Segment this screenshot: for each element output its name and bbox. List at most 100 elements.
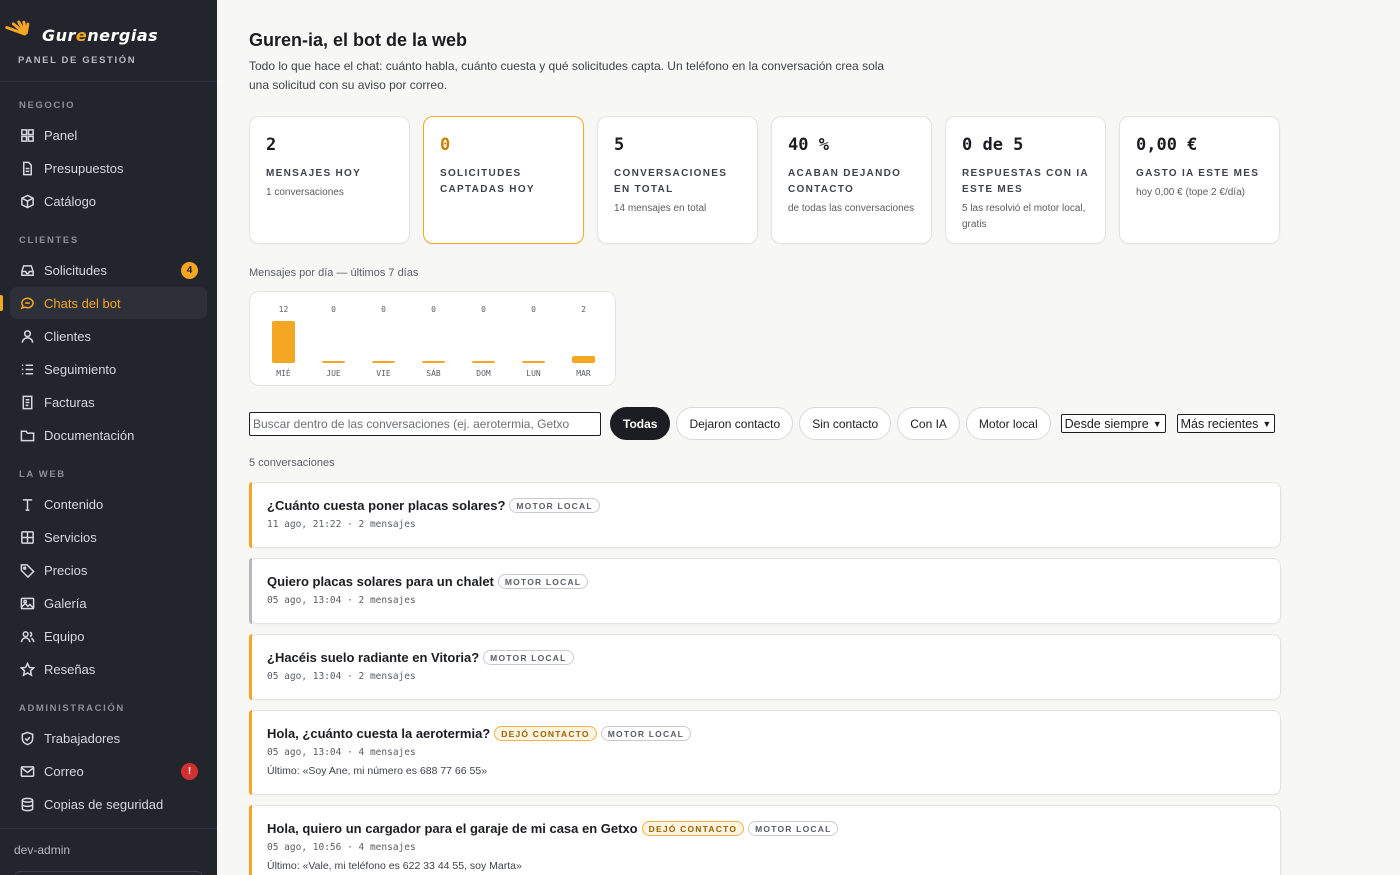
sidebar-item-clientes[interactable]: Clientes (10, 320, 207, 352)
stat-value: 0,00 € (1136, 135, 1198, 155)
logo[interactable]: Gurenergias (4, 18, 199, 52)
page-title: Guren-ia, el bot de la web (249, 30, 468, 50)
image-icon (19, 595, 35, 611)
conversation-card[interactable]: ¿Cuánto cuesta poner placas solares? MOTO… (249, 482, 1281, 548)
chart-svg: 12 MIÉ 0 JUE 0 VIE 0 SÁB 0 DOM 0 LUN 2 MAR (272, 305, 595, 378)
chat-icon (19, 295, 35, 311)
messages-chart: 12 MIÉ 0 JUE 0 VIE 0 SÁB 0 DOM 0 LUN 2 MAR (249, 291, 616, 386)
stat-subtext: 14 mensajes en total (614, 203, 707, 214)
filter-chips: Todas Dejaron contacto Sin contacto Con IA M… (601, 407, 1051, 440)
sidebar-item-label: Correo (44, 763, 84, 779)
user-icon (19, 328, 35, 344)
sidebar-item-label: Contenido (44, 496, 104, 512)
sidebar-item-reseñas[interactable]: Reseñas (10, 653, 207, 685)
footer-button[interactable] (14, 871, 203, 875)
sidebar-item-facturas[interactable]: Facturas (10, 386, 207, 418)
stat-subtext: 5 las resolvió el motor local, gratis (962, 203, 1086, 230)
sidebar-item-seguimiento[interactable]: Seguimiento (10, 353, 207, 385)
sidebar-item-panel[interactable]: Panel (10, 119, 207, 151)
engine-tag: MOTOR LOCAL (483, 650, 574, 665)
conversation-card[interactable]: ¿Hacéis suelo radiante en Vitoria? MOTOR … (249, 634, 1281, 700)
notification-badge: 4 (181, 261, 198, 279)
stat-card: 0 SOLICITUDES CAPTADAS HOY (423, 116, 584, 244)
filter-toolbar: TodasDejaron contactoSin contactoCon IAM… (249, 407, 1400, 440)
stat-card: 40 % ACABAN DEJANDO CONTACTO de todas la… (771, 116, 932, 244)
shield-icon (19, 730, 35, 746)
stat-label: RESPUESTAS CON IA ESTE MES (962, 168, 1089, 195)
box-icon (19, 193, 35, 209)
sidebar-item-equipo[interactable]: Equipo (10, 620, 207, 652)
sidebar-item-galería[interactable]: Galería (10, 587, 207, 619)
conversation-card[interactable]: Quiero placas solares para un chalet MOTO… (249, 558, 1281, 624)
sidebar-item-servicios[interactable]: Servicios (10, 521, 207, 553)
filter-chip[interactable]: Motor local (965, 407, 1051, 440)
engine-tag: MOTOR LOCAL (509, 498, 600, 513)
filter-chip[interactable]: Todas (610, 407, 671, 440)
sidebar-item-catálogo[interactable]: Catálogo (10, 185, 207, 217)
sidebar-nav: NEGOCIO Panel Presupuestos Catálogo CLIENTES… (0, 82, 217, 820)
brand-subtitle: PANEL DE GESTIÓN (18, 55, 137, 66)
receipt-icon (19, 394, 35, 410)
stat-card: 5 CONVERSACIONES EN TOTAL 14 mensajes en… (597, 116, 758, 244)
sidebar-item-contenido[interactable]: Contenido (10, 488, 207, 520)
chart-bar (422, 361, 445, 363)
sidebar-item-trabajadores[interactable]: Trabajadores (10, 722, 207, 754)
filter-chip[interactable]: Dejaron contacto (676, 407, 794, 440)
sidebar-item-correo[interactable]: Correo! (10, 755, 207, 787)
period-select[interactable]: Desde siempre ▼ (1060, 414, 1166, 433)
services-icon (19, 529, 35, 545)
conversation-meta: 11 ago, 21:22 · 2 mensajes (267, 519, 416, 530)
sidebar-item-label: Copias de seguridad (44, 796, 164, 812)
sidebar-item-label: Galería (44, 595, 87, 611)
stat-value: 5 (614, 135, 625, 155)
order-value: Más recientes (1180, 416, 1259, 431)
chart-value-label: 0 (331, 305, 336, 314)
engine-tag: MOTOR LOCAL (600, 726, 692, 741)
engine-tag: MOTOR LOCAL (497, 574, 589, 589)
sidebar-item-label: Chats del bot (44, 295, 121, 311)
filter-chip[interactable]: Sin contacto (799, 407, 892, 440)
sidebar-item-documentación[interactable]: Documentación (10, 419, 207, 451)
chart-category-label: MAR (576, 369, 591, 378)
chart-title: Mensajes por día — últimos 7 días (249, 267, 419, 279)
sidebar-item-chats-del-bot[interactable]: Chats del bot (0, 287, 207, 319)
chart-category-label: SÁB (426, 367, 441, 378)
sidebar-item-label: Panel (44, 127, 78, 143)
sidebar-item-copias-de-seguridad[interactable]: Copias de seguridad (10, 788, 207, 820)
conversation-card[interactable]: Hola, ¿cuánto cuesta la aerotermia? DEJÓ … (249, 710, 1281, 795)
chart-value-label: 0 (481, 305, 486, 314)
sidebar-item-solicitudes[interactable]: Solicitudes 4 (10, 254, 207, 286)
conversation-last-message: Último: «Soy Ane, mi número es 688 77 66… (267, 765, 488, 777)
sidebar-item-presupuestos[interactable]: Presupuestos (10, 152, 207, 184)
sun-logo-icon (4, 19, 48, 47)
conversation-last-message: Último: «Vale, mi teléfono es 622 33 44 … (267, 860, 522, 872)
order-select[interactable]: Más recientes ▼ (1176, 414, 1276, 433)
stat-label: GASTO IA ESTE MES (1136, 168, 1260, 179)
conversation-header: Quiero placas solares para un chalet MOTO… (267, 573, 1264, 590)
brand: Gurenergias PANEL DE GESTIÓN (0, 0, 217, 82)
contact-tag: DEJÓ CONTACTO (494, 726, 597, 741)
stat-value: 0 (440, 135, 451, 155)
sidebar-item-label: Facturas (44, 394, 95, 410)
sidebar-item-label: Catálogo (44, 193, 97, 209)
sidebar-item-label: Solicitudes (44, 262, 107, 278)
conversation-header: ¿Hacéis suelo radiante en Vitoria? MOTOR … (267, 649, 1264, 666)
stats-row: 2 MENSAJES HOY 1 conversaciones 0 SOLICIT… (249, 116, 1400, 244)
tag-icon (19, 562, 35, 578)
text-icon (19, 496, 35, 512)
stat-label: ACABAN DEJANDO CONTACTO (788, 168, 902, 195)
sidebar-item-label: Trabajadores (44, 730, 121, 746)
sidebar-item-precios[interactable]: Precios (10, 554, 207, 586)
filter-chip[interactable]: Con IA (897, 407, 960, 440)
sidebar-item-label: Precios (44, 562, 88, 578)
conversation-card[interactable]: Hola, quiero un cargador para el garaje … (249, 805, 1281, 875)
conversation-meta: 05 ago, 13:04 · 2 mensajes (267, 671, 416, 682)
search-input[interactable] (249, 411, 601, 436)
main-content: Guren-ia, el bot de la web Todo lo que h… (217, 0, 1400, 875)
folder-icon (19, 427, 35, 443)
stat-subtext: 1 conversaciones (266, 187, 344, 198)
conversation-meta: 05 ago, 13:04 · 4 mensajes (267, 747, 416, 758)
stat-label: CONVERSACIONES EN TOTAL (614, 168, 728, 195)
database-icon (19, 796, 35, 812)
page-description: Todo lo que hace el chat: cuánto habla, … (249, 59, 885, 92)
